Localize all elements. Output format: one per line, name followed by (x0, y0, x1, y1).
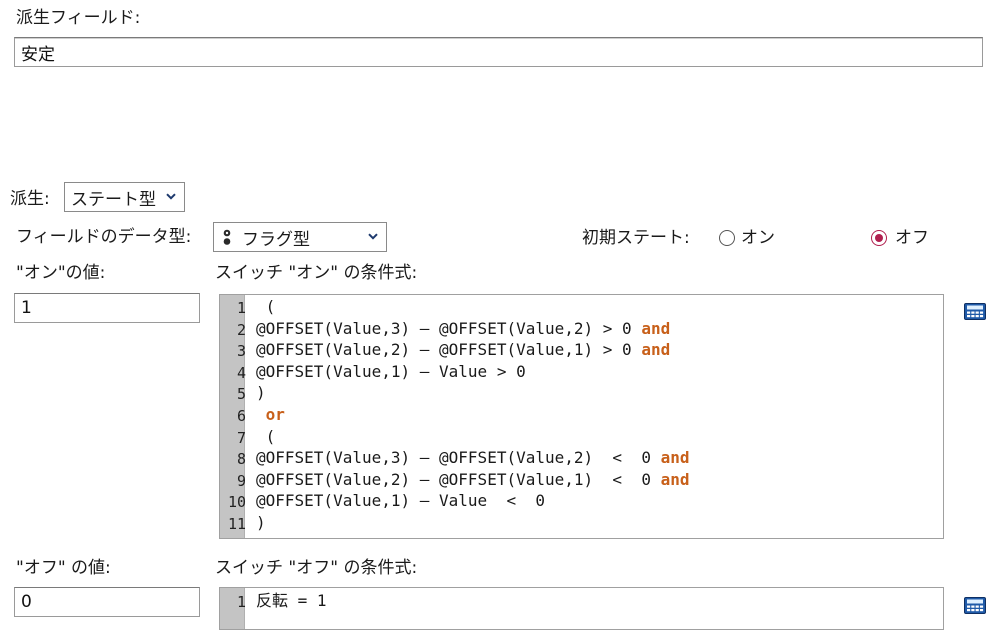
keyword-token: and (641, 340, 671, 360)
line-number: 7 (236, 428, 246, 447)
initial-state-label: 初期ステート: (582, 228, 690, 248)
off-value-label: "オフ" の値: (16, 558, 111, 578)
line-number: 1 (236, 299, 246, 317)
code-line: @OFFSET(Value,2) – @OFFSET(Value,1) > 0 … (256, 339, 670, 360)
on-value-label: "オン"の値: (16, 263, 106, 283)
initial-state-on-radio[interactable] (719, 230, 735, 246)
calculator-icon[interactable] (964, 597, 986, 614)
code-token: @OFFSET(Value,3) – @OFFSET(Value,2) < 0 (256, 448, 661, 468)
code-token: @OFFSET(Value,2) – @OFFSET(Value,1) > 0 (256, 340, 642, 360)
line-number: 8 (236, 450, 246, 469)
field-data-type-select[interactable]: フラグ型 (213, 222, 387, 252)
code-line: 反転 = 1 (256, 590, 327, 611)
line-number: 2 (236, 320, 246, 339)
keyword-token: and (660, 469, 690, 489)
code-line: ( (256, 296, 276, 317)
chevron-down-icon (368, 233, 378, 240)
code-line: ) (256, 382, 266, 403)
derivation-label: 派生: (10, 189, 50, 209)
initial-state-off-label: オフ (895, 228, 929, 248)
line-number: 6 (236, 407, 246, 425)
off-value-input[interactable] (14, 587, 200, 617)
on-condition-label: スイッチ "オン" の条件式: (215, 263, 418, 283)
code-line: ( (256, 426, 276, 447)
code-line: @OFFSET(Value,2) – @OFFSET(Value,1) < 0 … (256, 469, 689, 490)
line-number: 11 (227, 515, 246, 533)
keyword-token: or (265, 405, 285, 424)
code-token: ( (256, 426, 276, 446)
off-condition-editor[interactable]: 1 反転 = 1 (219, 587, 944, 630)
code-token: @OFFSET(Value,3) – @OFFSET(Value,2) > 0 (256, 318, 642, 338)
line-number: 10 (227, 493, 246, 512)
keyword-token: and (641, 318, 671, 338)
code-line: ) (256, 512, 266, 533)
derived-field-label: 派生フィールド: (16, 8, 141, 28)
code-token: 反転 = 1 (256, 591, 327, 610)
line-number: 4 (236, 363, 246, 382)
field-data-type-label: フィールドのデータ型: (16, 227, 192, 247)
line-number: 5 (236, 385, 246, 404)
code-token: ) (256, 383, 266, 403)
chevron-down-icon (166, 193, 176, 200)
on-condition-editor[interactable]: 1 (2 @OFFSET(Value,3) – @OFFSET(Value,2) … (219, 294, 944, 539)
code-line: @OFFSET(Value,3) – @OFFSET(Value,2) > 0 … (256, 318, 670, 339)
field-data-type-selected-value: フラグ型 (242, 229, 310, 250)
calculator-icon[interactable] (964, 303, 986, 320)
code-line: or (256, 404, 285, 425)
keyword-token: and (660, 448, 690, 468)
flag-type-icon (223, 229, 231, 245)
line-number: 1 (236, 593, 246, 611)
initial-state-on-label: オン (741, 228, 775, 248)
off-condition-label: スイッチ "オフ" の条件式: (215, 558, 418, 578)
code-line: @OFFSET(Value,3) – @OFFSET(Value,2) < 0 … (256, 447, 689, 468)
on-value-input[interactable] (14, 293, 200, 323)
derivation-select[interactable]: ステート型 (64, 182, 185, 212)
code-line: @OFFSET(Value,1) – Value > 0 (256, 361, 526, 382)
code-token: ( (256, 297, 276, 316)
code-token: @OFFSET(Value,2) – @OFFSET(Value,1) < 0 (256, 469, 661, 489)
code-token: @OFFSET(Value,1) – Value < 0 (256, 491, 545, 511)
code-token: ) (256, 513, 266, 532)
derived-field-input[interactable] (14, 37, 983, 67)
line-number: 3 (236, 342, 246, 361)
initial-state-off-radio[interactable] (871, 230, 887, 246)
code-token: @OFFSET(Value,1) – Value > 0 (256, 361, 526, 381)
code-line: @OFFSET(Value,1) – Value < 0 (256, 490, 545, 511)
derivation-selected-value: ステート型 (71, 189, 156, 210)
line-number: 9 (236, 471, 246, 490)
